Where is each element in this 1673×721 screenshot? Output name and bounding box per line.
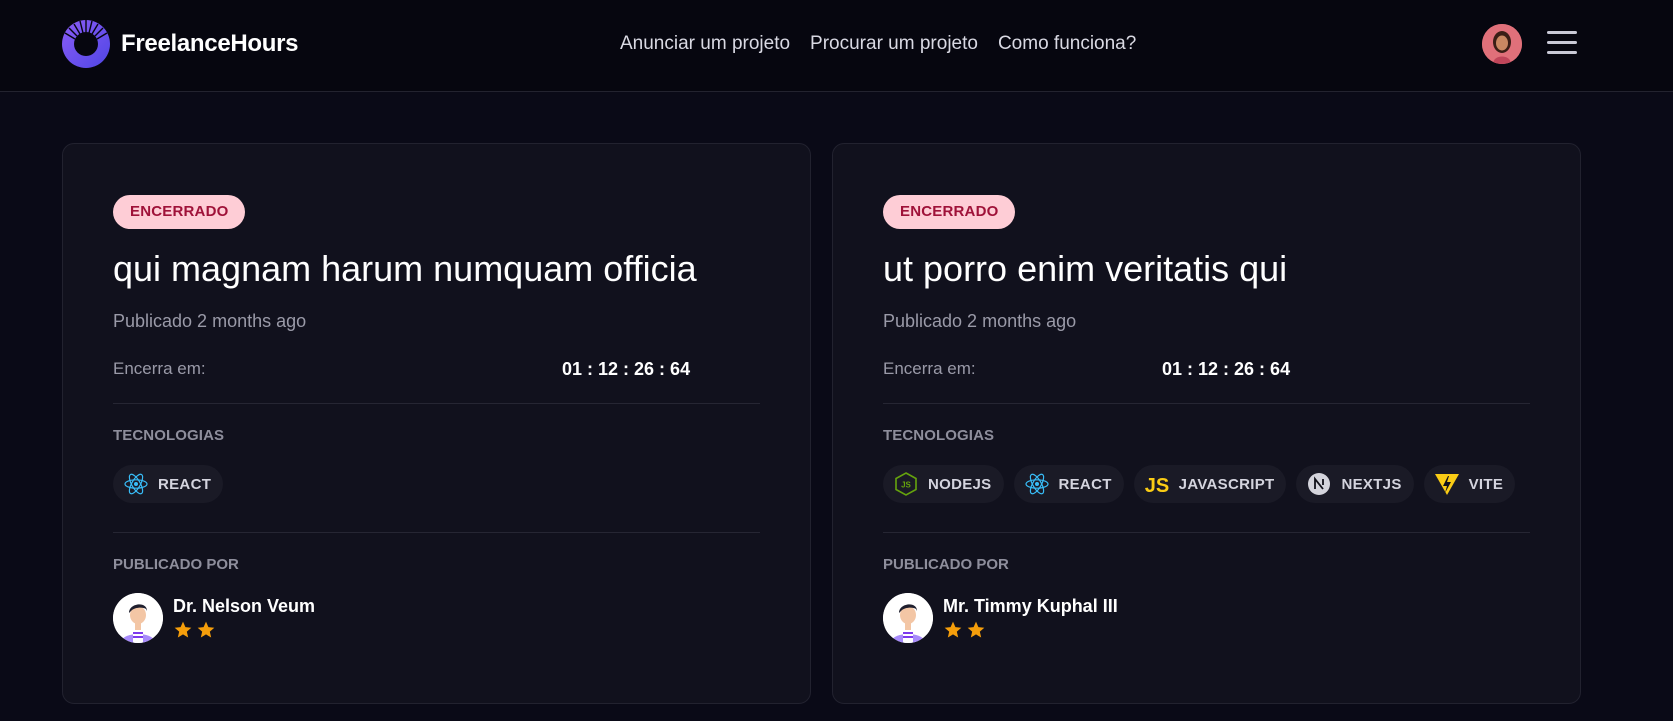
nextjs-icon xyxy=(1306,471,1332,497)
author-name[interactable]: Dr. Nelson Veum xyxy=(173,596,315,617)
top-navbar: FreelanceHours Anunciar um projeto Procu… xyxy=(0,0,1673,92)
deadline-row: Encerra em: 01 : 12 : 26 : 64 xyxy=(113,359,760,381)
author-avatar-icon xyxy=(113,593,163,643)
author-name[interactable]: Mr. Timmy Kuphal III xyxy=(943,596,1118,617)
react-icon xyxy=(1024,471,1050,497)
react-icon xyxy=(123,471,149,497)
brand-logo[interactable]: FreelanceHours xyxy=(61,19,299,69)
vite-icon xyxy=(1434,471,1460,497)
tech-chip-vite[interactable]: VITE xyxy=(1423,465,1516,503)
tech-label: JAVASCRIPT xyxy=(1178,475,1275,493)
project-title[interactable]: ut porro enim veritatis qui xyxy=(883,247,1530,291)
published-by-label: PUBLICADO POR xyxy=(113,556,239,573)
nav-link-how-it-works[interactable]: Como funciona? xyxy=(998,33,1136,55)
project-card[interactable]: ENCERRADO ut porro enim veritatis qui Pu… xyxy=(832,143,1581,704)
divider xyxy=(883,532,1530,533)
nodejs-icon: JS xyxy=(893,471,919,497)
project-card[interactable]: ENCERRADO qui magnam harum numquam offic… xyxy=(62,143,811,704)
svg-text:JS: JS xyxy=(1144,475,1168,496)
user-avatar[interactable] xyxy=(1482,24,1522,64)
tech-chip-nodejs[interactable]: JS NODEJS xyxy=(883,465,1004,503)
logo-icon xyxy=(62,20,110,68)
tech-chip-react[interactable]: REACT xyxy=(1013,465,1124,503)
star-icon xyxy=(174,621,192,638)
javascript-icon: JS xyxy=(1144,471,1170,497)
tech-label: VITE xyxy=(1468,475,1504,493)
tech-label: REACT xyxy=(158,475,212,493)
technology-list: JS NODEJS REACT JS JAVASCRIPT NEXTJS VIT… xyxy=(883,465,1530,503)
divider xyxy=(113,403,760,404)
technology-list: REACT xyxy=(113,465,760,503)
tech-label: NODEJS xyxy=(928,475,992,493)
tech-label: NEXTJS xyxy=(1341,475,1402,493)
project-title[interactable]: qui magnam harum numquam officia xyxy=(113,247,760,291)
nav-link-browse-projects[interactable]: Procurar um projeto xyxy=(810,33,978,55)
tech-chip-javascript[interactable]: JS JAVASCRIPT xyxy=(1133,465,1287,503)
tech-chip-nextjs[interactable]: NEXTJS xyxy=(1296,465,1414,503)
status-badge: ENCERRADO xyxy=(883,195,1016,229)
status-badge: ENCERRADO xyxy=(113,195,246,229)
author-avatar-icon xyxy=(883,593,933,643)
nav-link-post-project[interactable]: Anunciar um projeto xyxy=(620,33,790,55)
author-avatar[interactable] xyxy=(113,593,163,643)
deadline-row: Encerra em: 01 : 12 : 26 : 64 xyxy=(883,359,1530,381)
divider xyxy=(113,532,760,533)
main-nav: Anunciar um projeto Procurar um projeto … xyxy=(620,33,1136,55)
user-avatar-icon xyxy=(1482,24,1522,64)
deadline-label: Encerra em: xyxy=(883,359,976,378)
tech-chip-react[interactable]: REACT xyxy=(113,465,224,503)
technologies-label: TECNOLOGIAS xyxy=(883,427,995,444)
hamburger-menu-icon[interactable] xyxy=(1547,30,1577,56)
published-by-label: PUBLICADO POR xyxy=(883,556,1009,573)
published-date: Publicado 2 months ago xyxy=(883,311,1077,331)
tech-label: REACT xyxy=(1058,475,1112,493)
author-rating xyxy=(173,620,315,640)
deadline-label: Encerra em: xyxy=(113,359,206,378)
countdown-timer: 01 : 12 : 26 : 64 xyxy=(562,359,691,379)
author-info[interactable]: Dr. Nelson Veum xyxy=(113,593,760,643)
countdown-timer: 01 : 12 : 26 : 64 xyxy=(1162,359,1291,379)
svg-text:JS: JS xyxy=(901,481,911,490)
author-info[interactable]: Mr. Timmy Kuphal III xyxy=(883,593,1530,643)
author-avatar[interactable] xyxy=(883,593,933,643)
star-icon xyxy=(197,621,215,638)
divider xyxy=(883,403,1530,404)
star-icon xyxy=(967,621,985,638)
star-icon xyxy=(944,621,962,638)
brand-name: FreelanceHours xyxy=(121,30,299,57)
published-date: Publicado 2 months ago xyxy=(113,311,307,331)
technologies-label: TECNOLOGIAS xyxy=(113,427,225,444)
author-rating xyxy=(943,620,1118,640)
